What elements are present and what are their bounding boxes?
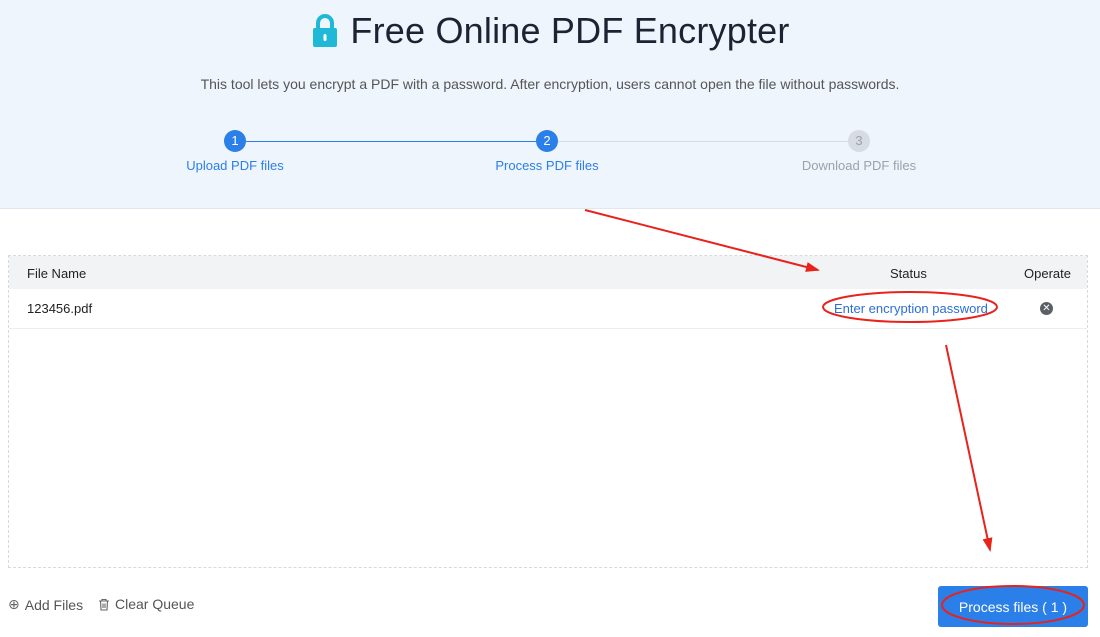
lock-icon [313,14,338,47]
step-number: 1 [224,130,246,152]
trash-icon [99,598,109,611]
page-title: Free Online PDF Encrypter [350,10,790,51]
file-name-cell: 123456.pdf [27,301,93,316]
step-number: 2 [536,130,558,152]
column-file-name: File Name [27,266,87,281]
step-label: Upload PDF files [186,158,284,173]
page-subtitle: This tool lets you encrypt a PDF with a … [200,76,900,92]
table-row: 123456.pdf Enter encryption password ✕ [9,289,1087,329]
add-files-label: Add Files [24,596,84,613]
step-download: 3 Download PDF files [759,130,959,173]
clear-queue-label: Clear Queue [115,596,195,612]
clear-queue-button[interactable]: Clear Queue [98,596,194,612]
process-files-button[interactable]: Process files ( 1 ) [938,586,1088,627]
step-label: Download PDF files [801,158,917,173]
file-queue-table: File Name Status Operate 123456.pdf Ente… [8,255,1088,568]
table-header: File Name Status Operate [9,256,1087,289]
title-row: Free Online PDF Encrypter [0,10,1100,52]
progress-steps: 1 Upload PDF files 2 Process PDF files 3… [0,130,1100,190]
column-status: Status [890,266,927,281]
step-process: 2 Process PDF files [447,130,647,173]
step-number: 3 [848,130,870,152]
remove-icon[interactable]: ✕ [1040,302,1053,315]
column-operate: Operate [1024,266,1071,281]
hero-section: Free Online PDF Encrypter This tool lets… [0,0,1100,209]
enter-password-link[interactable]: Enter encryption password [834,301,988,316]
step-upload: 1 Upload PDF files [135,130,335,173]
add-files-button[interactable]: ⊕ Add Files [8,596,83,613]
step-label: Process PDF files [495,158,599,173]
plus-circle-icon: ⊕ [8,596,20,612]
